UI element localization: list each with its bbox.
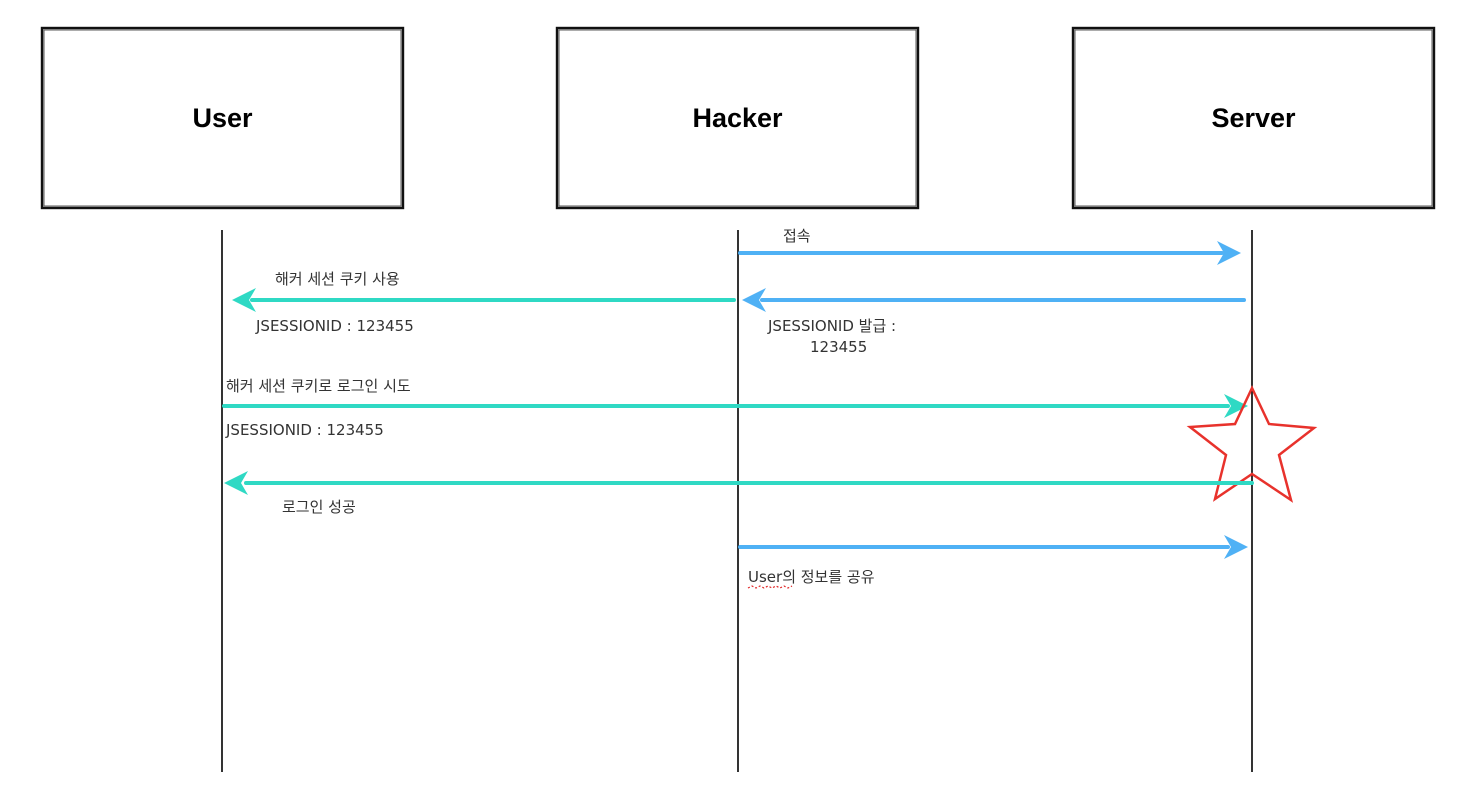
message-issue-session-label: JSESSIONID 발급 : xyxy=(767,317,896,335)
message-login-attempt-label: 해커 세션 쿠키로 로그인 시도 xyxy=(226,377,411,395)
actor-hacker-label: Hacker xyxy=(692,103,783,133)
message-issue-session[interactable]: JSESSIONID 발급 : 123455 xyxy=(742,288,1246,356)
actor-hacker[interactable]: Hacker xyxy=(555,26,920,210)
message-issue-session-value: 123455 xyxy=(810,338,867,356)
message-use-hacker-cookie[interactable]: 해커 세션 쿠키 사용 JSESSIONID : 123455 xyxy=(232,270,736,335)
message-login-success-label: 로그인 성공 xyxy=(282,498,356,516)
message-share-user-info-label: User의 정보를 공유 xyxy=(748,568,875,586)
actor-server[interactable]: Server xyxy=(1071,26,1436,210)
message-connect[interactable]: 접속 xyxy=(738,227,1241,265)
message-connect-label: 접속 xyxy=(783,227,811,245)
sequence-diagram: User Hacker Server 접속 JSESSIONID 발급 : 12… xyxy=(40,26,1436,772)
message-login-attempt-value: JSESSIONID : 123455 xyxy=(225,421,384,439)
message-share-user-info[interactable]: User의 정보를 공유 xyxy=(738,535,1248,589)
message-use-hacker-cookie-value: JSESSIONID : 123455 xyxy=(255,317,414,335)
actor-server-label: Server xyxy=(1211,103,1296,133)
actor-user[interactable]: User xyxy=(40,26,405,210)
message-use-hacker-cookie-label: 해커 세션 쿠키 사용 xyxy=(275,270,400,288)
actor-user-label: User xyxy=(192,103,253,133)
spellcheck-underline xyxy=(747,585,793,589)
message-login-attempt[interactable]: 해커 세션 쿠키로 로그인 시도 JSESSIONID : 123455 xyxy=(222,377,1248,439)
